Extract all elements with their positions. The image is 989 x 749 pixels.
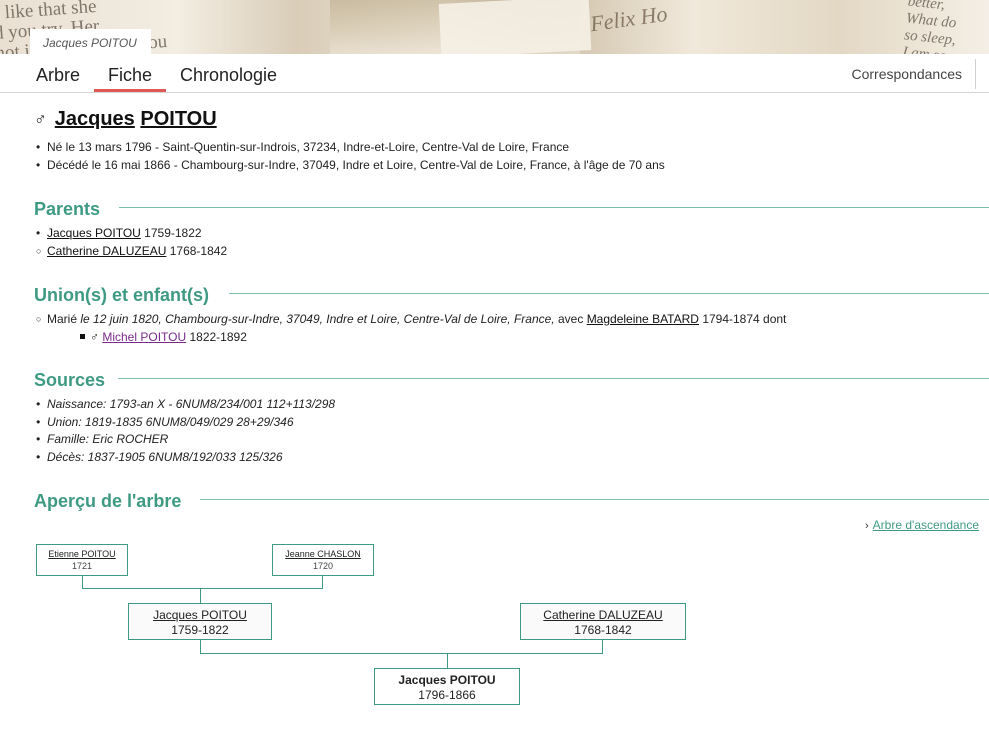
tree-connector [322, 575, 323, 589]
sources-divider [118, 378, 989, 379]
mother-item: Catherine DALUZEAU 1768-1842 [36, 243, 227, 261]
grandmother-years: 1720 [312, 561, 334, 571]
active-tab-indicator [94, 89, 166, 92]
father-link[interactable]: Jacques POITOU [47, 226, 141, 240]
self-years: 1796-1866 [418, 687, 476, 702]
tree-box-grandfather[interactable]: Etienne POITOU 1721 [36, 544, 128, 576]
father-name: Jacques POITOU [153, 608, 247, 622]
source-item: Famille: Eric ROCHER [36, 431, 335, 449]
grandmother-name: Jeanne CHASLON [285, 549, 361, 559]
tree-heading: Aperçu de l'arbre [34, 491, 182, 511]
male-icon: ♂ [90, 330, 99, 344]
tree-connector [200, 653, 603, 654]
father-years: 1759-1822 [144, 226, 202, 240]
tab-chronologie[interactable]: Chronologie [180, 65, 277, 86]
unions-divider [229, 293, 989, 294]
source-item: Décès: 1837-1905 6NUM8/192/033 125/326 [36, 449, 335, 467]
tree-connector [200, 588, 201, 603]
sources-heading: Sources [34, 370, 106, 390]
tree-box-self[interactable]: Jacques POITOU 1796-1866 [374, 668, 520, 705]
tree-connector [447, 653, 448, 668]
person-name-tab: Jacques POITOU [30, 29, 151, 54]
chevron-right-icon: › [865, 520, 869, 532]
child-link[interactable]: Michel POITOU [102, 330, 186, 344]
ascendance-link[interactable]: Arbre d'ascendance [873, 518, 979, 532]
child-item: ♂ Michel POITOU 1822-1892 [80, 329, 247, 346]
parents-divider [119, 207, 989, 208]
tree-box-mother[interactable]: Catherine DALUZEAU 1768-1842 [520, 603, 686, 640]
tree-box-father[interactable]: Jacques POITOU 1759-1822 [128, 603, 272, 640]
ascendance-link-row: › Arbre d'ascendance [865, 518, 979, 532]
unions-list: Marié le 12 juin 1820, Chambourg-sur-Ind… [36, 311, 786, 329]
tab-separator [975, 59, 976, 89]
vital-facts: Né le 13 mars 1796 - Saint-Quentin-sur-I… [36, 139, 665, 174]
child-years: 1822-1892 [189, 330, 247, 344]
tab-arbre[interactable]: Arbre [36, 65, 80, 86]
banner-text-center: Felix Ho [588, 0, 669, 37]
tree-divider [200, 499, 989, 500]
first-name-link[interactable]: Jacques [55, 108, 135, 130]
father-years: 1759-1822 [171, 622, 229, 637]
tab-fiche[interactable]: Fiche [108, 65, 152, 86]
last-name-link[interactable]: POITOU [140, 108, 216, 130]
tab-correspondances[interactable]: Correspondances [851, 66, 962, 82]
grandfather-name: Etienne POITOU [48, 549, 116, 559]
sources-list: Naissance: 1793-an X - 6NUM8/234/001 112… [36, 396, 335, 466]
square-bullet [80, 334, 85, 339]
self-name: Jacques POITOU [398, 673, 496, 687]
marriage-detail: le 12 juin 1820, Chambourg-sur-Indre, 37… [80, 312, 555, 326]
tree-connector [82, 575, 83, 589]
source-item: Naissance: 1793-an X - 6NUM8/234/001 112… [36, 396, 335, 414]
father-item: Jacques POITOU 1759-1822 [36, 225, 227, 243]
mother-name: Catherine DALUZEAU [543, 608, 663, 622]
spouse-link[interactable]: Magdeleine BATARD [587, 312, 699, 326]
tree-connector [602, 639, 603, 654]
page-title: ♂ Jacques POITOU [34, 108, 217, 131]
death-fact: Décédé le 16 mai 1866 - Chambourg-sur-In… [36, 157, 665, 175]
tree-connector [82, 588, 323, 589]
marriage-item: Marié le 12 juin 1820, Chambourg-sur-Ind… [36, 311, 786, 329]
spouse-years: 1794-1874 dont [702, 312, 787, 326]
banner-text-right: better, What do so sleep, I am so [901, 0, 958, 54]
parents-list: Jacques POITOU 1759-1822 Catherine DALUZ… [36, 225, 227, 260]
mother-years: 1768-1842 [574, 622, 632, 637]
source-item: Union: 1819-1835 6NUM8/049/029 28+29/346 [36, 414, 335, 432]
tree-connector [200, 639, 201, 654]
marriage-prefix: Marié [47, 312, 78, 326]
main-tabs: Arbre Fiche Chronologie Correspondances [0, 54, 989, 93]
banner-letter-card [438, 0, 592, 54]
mother-link[interactable]: Catherine DALUZEAU [47, 244, 166, 258]
marriage-avec: avec [557, 312, 584, 326]
header-banner: s like that she d you try. Her not in so… [0, 0, 989, 54]
grandfather-years: 1721 [71, 561, 93, 571]
unions-heading: Union(s) et enfant(s) [34, 285, 209, 305]
parents-heading: Parents [34, 199, 101, 219]
birth-fact: Né le 13 mars 1796 - Saint-Quentin-sur-I… [36, 139, 665, 157]
male-icon: ♂ [34, 110, 47, 129]
mother-years: 1768-1842 [169, 243, 228, 258]
tree-box-grandmother[interactable]: Jeanne CHASLON 1720 [272, 544, 374, 576]
